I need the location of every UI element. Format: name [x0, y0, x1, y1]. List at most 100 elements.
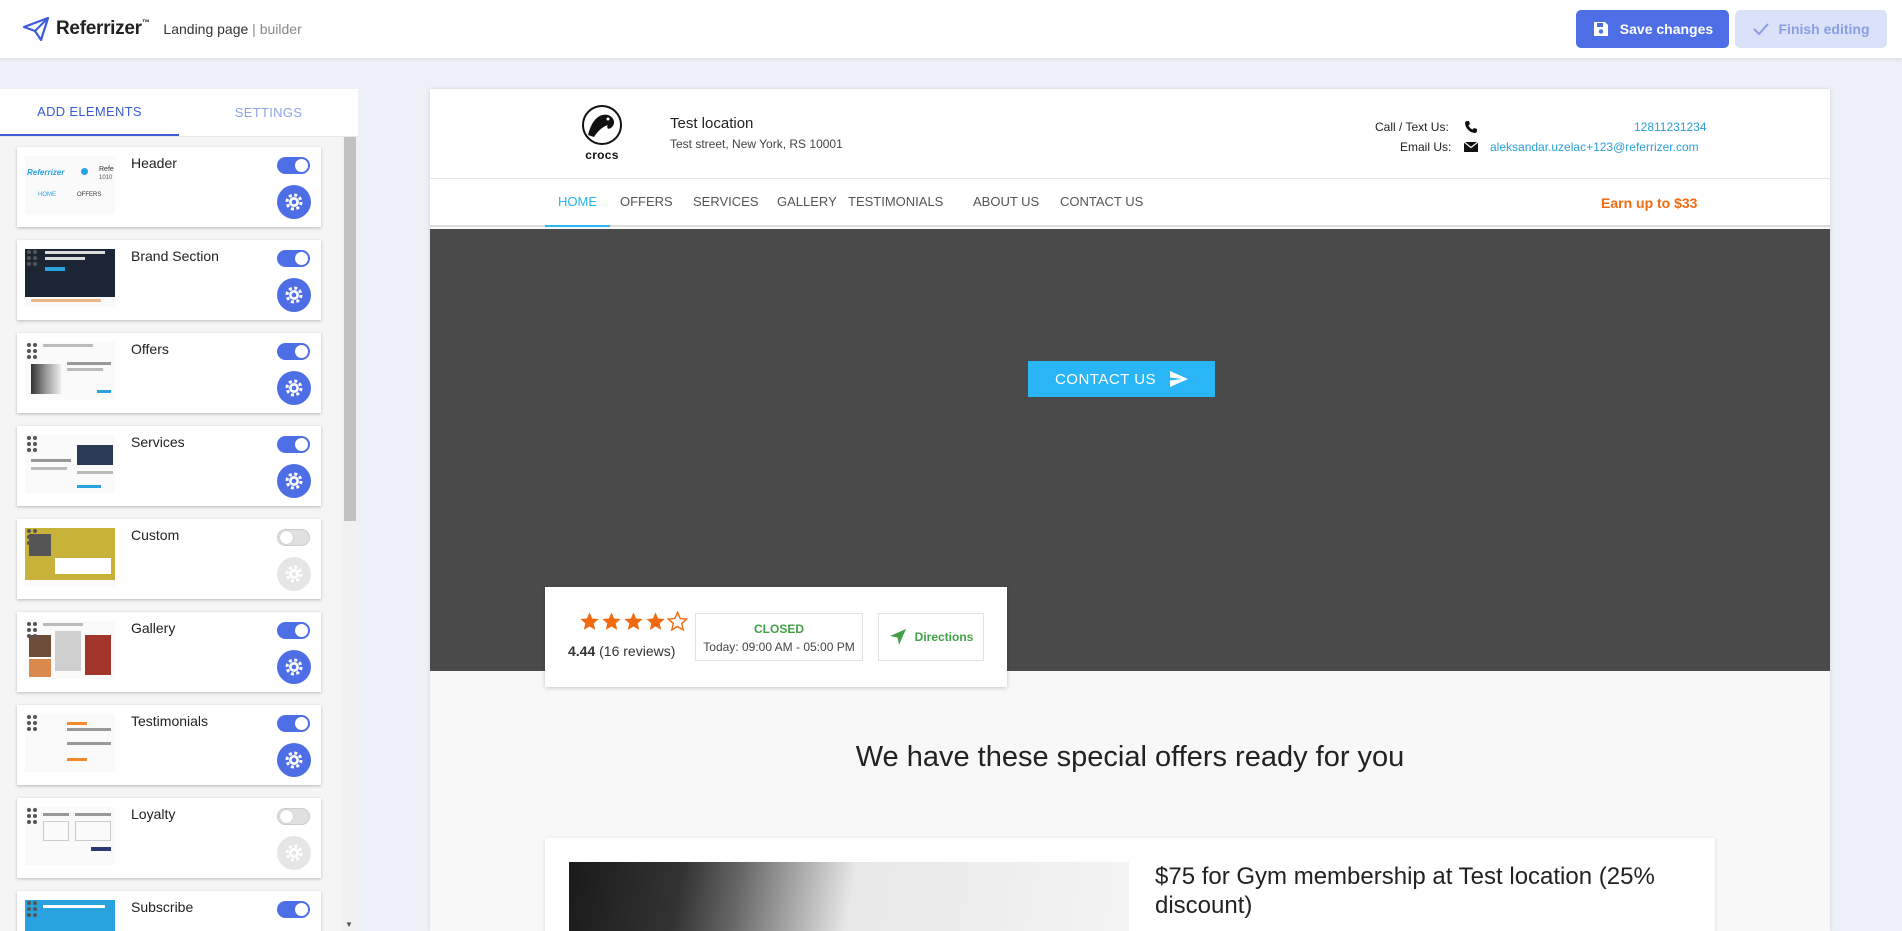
thumb-logo-text: Referrizer: [27, 168, 65, 177]
opening-hours: CLOSED Today: 09:00 AM - 05:00 PM: [695, 613, 863, 661]
nav-home[interactable]: HOME: [545, 179, 610, 227]
email-icon: [1464, 141, 1478, 152]
offers-toggle[interactable]: [277, 343, 310, 360]
services-toggle[interactable]: [277, 436, 310, 453]
drag-handle-icon[interactable]: [27, 715, 37, 731]
email-label: Email Us:: [1400, 140, 1452, 154]
testimonials-thumbnail: [25, 714, 115, 772]
nav-offers[interactable]: OFFERS: [607, 179, 686, 227]
save-changes-button[interactable]: Save changes: [1576, 10, 1729, 48]
offer-title: $75 for Gym membership at Test location …: [1155, 863, 1655, 919]
phone-link[interactable]: 12811231234: [1634, 120, 1707, 134]
star-empty-icon: [667, 611, 688, 632]
scroll-down-arrow-icon[interactable]: ▼: [345, 920, 353, 929]
site-header: crocs Test location Test street, New Yor…: [430, 89, 1830, 179]
finish-editing-button[interactable]: Finish editing: [1735, 10, 1887, 48]
subscribe-toggle[interactable]: [277, 901, 310, 918]
brand-section-toggle[interactable]: [277, 250, 310, 267]
services-thumbnail: [25, 435, 115, 493]
rating-stars: [579, 611, 688, 632]
element-card-header[interactable]: Referrizer Refe 1010 HOME OFFERS Header: [17, 147, 321, 227]
gallery-toggle[interactable]: [277, 622, 310, 639]
gear-icon: [285, 193, 303, 211]
checkmark-icon: [1752, 23, 1769, 36]
floppy-disk-icon: [1593, 22, 1608, 36]
top-bar: Referrizer™ Landing page | builder Save …: [0, 0, 1902, 58]
element-title: Offers: [131, 341, 169, 357]
header-toggle[interactable]: [277, 157, 310, 174]
custom-toggle[interactable]: [277, 529, 310, 546]
nav-services[interactable]: SERVICES: [680, 179, 772, 227]
element-title: Header: [131, 155, 177, 171]
element-title: Services: [131, 434, 185, 450]
nav-contact-us[interactable]: CONTACT US: [1047, 179, 1156, 227]
location-address: Test street, New York, RS 10001: [670, 137, 843, 151]
element-title: Testimonials: [131, 713, 209, 729]
call-label: Call / Text Us:: [1375, 120, 1449, 134]
gear-icon: [285, 751, 303, 769]
business-info-box: 4.44 (16 reviews) CLOSED Today: 09:00 AM…: [545, 587, 1007, 687]
thumb-nav-offers: OFFERS: [77, 192, 102, 198]
header-settings-button[interactable]: [277, 185, 311, 219]
element-title: Custom: [131, 527, 180, 543]
navigation-arrow-icon: [889, 629, 906, 645]
brand-logo-text: crocs: [585, 148, 619, 162]
custom-settings-button[interactable]: [277, 557, 311, 591]
gear-icon: [285, 286, 303, 304]
nav-testimonials[interactable]: TESTIMONIALS: [835, 179, 956, 227]
earn-referral-link[interactable]: Earn up to $33: [1601, 195, 1697, 211]
element-card-gallery[interactable]: Gallery: [17, 612, 321, 692]
nav-about-us[interactable]: ABOUT US: [960, 179, 1052, 227]
panel-tabs: ADD ELEMENTS SETTINGS: [0, 89, 358, 137]
element-list: Referrizer Refe 1010 HOME OFFERS Header: [0, 137, 342, 931]
element-card-loyalty[interactable]: Loyalty: [17, 798, 321, 878]
offers-thumbnail: [25, 342, 115, 400]
loyalty-settings-button[interactable]: [277, 836, 311, 870]
offer-card[interactable]: $75 for Gym membership at Test location …: [545, 838, 1715, 931]
element-title: Brand Section: [131, 248, 219, 264]
tab-add-elements[interactable]: ADD ELEMENTS: [0, 89, 179, 136]
drag-handle-icon[interactable]: [27, 622, 37, 638]
email-link[interactable]: aleksandar.uzelac+123@referrizer.com: [1490, 140, 1699, 154]
services-settings-button[interactable]: [277, 464, 311, 498]
testimonials-toggle[interactable]: [277, 715, 310, 732]
thumb-check-icon: [81, 168, 88, 175]
header-thumbnail: Referrizer Refe 1010 HOME OFFERS: [25, 156, 115, 214]
loyalty-thumbnail: [25, 807, 115, 865]
drag-handle-icon[interactable]: [27, 901, 37, 917]
element-card-custom[interactable]: Custom: [17, 519, 321, 599]
drag-handle-icon[interactable]: [27, 529, 37, 545]
send-icon: [1170, 371, 1189, 387]
brand-section-settings-button[interactable]: [277, 278, 311, 312]
testimonials-settings-button[interactable]: [277, 743, 311, 777]
hero-contact-us-button[interactable]: CONTACT US: [1028, 361, 1215, 397]
drag-handle-icon[interactable]: [27, 250, 37, 266]
drag-handle-icon[interactable]: [27, 808, 37, 824]
element-card-services[interactable]: Services: [17, 426, 321, 506]
gear-icon: [285, 379, 303, 397]
element-card-subscribe[interactable]: Subscribe: [17, 891, 321, 931]
scrollbar-thumb[interactable]: [344, 137, 356, 521]
gallery-settings-button[interactable]: [277, 650, 311, 684]
loyalty-toggle[interactable]: [277, 808, 310, 825]
element-card-testimonials[interactable]: Testimonials: [17, 705, 321, 785]
crocs-logo-icon: [582, 105, 622, 145]
directions-button[interactable]: Directions: [878, 613, 984, 661]
panel-scrollbar[interactable]: ▼: [342, 137, 358, 931]
drag-handle-icon[interactable]: [27, 436, 37, 452]
landing-page-preview: crocs Test location Test street, New Yor…: [430, 89, 1830, 931]
app-logo[interactable]: Referrizer™: [22, 15, 150, 43]
page-title: Landing page | builder: [163, 21, 302, 37]
offers-settings-button[interactable]: [277, 371, 311, 405]
tab-settings[interactable]: SETTINGS: [179, 89, 358, 136]
element-card-offers[interactable]: Offers: [17, 333, 321, 413]
drag-handle-icon[interactable]: [27, 343, 37, 359]
star-filled-icon: [646, 612, 665, 630]
brand-logo: crocs: [578, 105, 626, 162]
gear-icon: [285, 844, 303, 862]
element-card-brand-section[interactable]: Brand Section: [17, 240, 321, 320]
app-name: Referrizer™: [56, 18, 150, 39]
element-title: Subscribe: [131, 899, 194, 915]
phone-icon: [1465, 121, 1477, 133]
thumb-text: 1010: [99, 175, 113, 181]
